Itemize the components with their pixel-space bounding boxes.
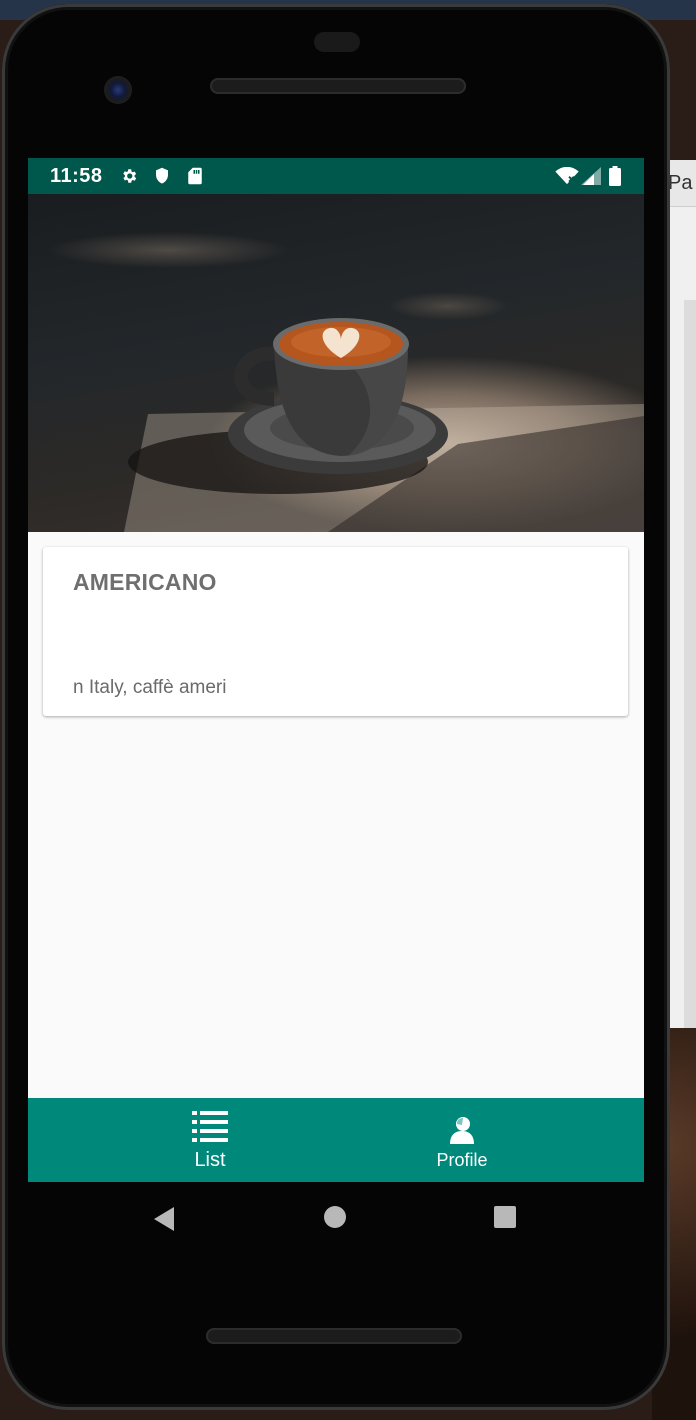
- wifi-icon: [555, 167, 579, 185]
- coffee-card[interactable]: AMERICANO n Italy, caffè ameri: [43, 547, 628, 716]
- earpiece-speaker: [210, 78, 466, 94]
- card-description: n Italy, caffè ameri: [73, 677, 227, 698]
- sd-card-icon: [186, 167, 204, 185]
- latte-cup-illustration: [124, 318, 644, 532]
- battery-icon: [608, 166, 622, 186]
- status-clock: 11:58: [50, 165, 103, 187]
- bottom-navigation: List Profile: [28, 1098, 644, 1182]
- back-icon[interactable]: [152, 1206, 176, 1237]
- gear-icon: [120, 167, 138, 185]
- shield-icon: [153, 167, 171, 185]
- nav-label-profile: Profile: [436, 1150, 488, 1170]
- nav-label-list: List: [194, 1149, 226, 1171]
- home-icon[interactable]: [324, 1206, 346, 1228]
- list-icon: [192, 1110, 228, 1142]
- top-sensor: [314, 32, 360, 52]
- status-bar: 11:58: [28, 158, 644, 194]
- nav-item-profile[interactable]: Profile: [410, 1098, 514, 1182]
- device-screen: 11:58 AMERICANO n Italy, caffè ameri Lis…: [28, 158, 644, 1182]
- coffee-hero-image: [28, 194, 644, 532]
- front-camera: [104, 76, 132, 104]
- recents-icon[interactable]: [494, 1206, 516, 1228]
- bottom-speaker: [206, 1328, 462, 1344]
- nav-item-list[interactable]: List: [158, 1098, 262, 1182]
- cellular-signal-icon: [581, 167, 601, 185]
- card-title: AMERICANO: [73, 569, 217, 595]
- background-window-text: Pa: [668, 172, 693, 194]
- person-icon: [449, 1116, 475, 1144]
- background-window-edge: [684, 300, 696, 1028]
